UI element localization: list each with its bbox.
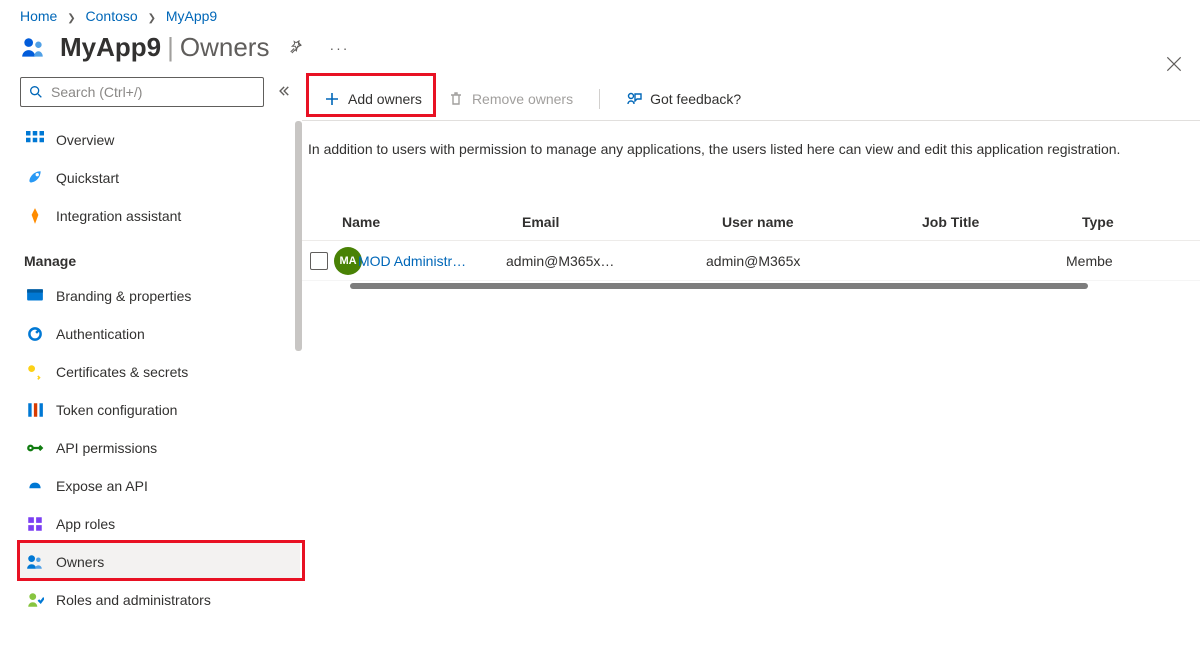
breadcrumb-app[interactable]: MyApp9 [166,8,217,24]
cell-user: admin@M365x [706,253,906,269]
sidebar-item-label: Roles and administrators [56,592,211,608]
sidebar-nav: Overview Quickstart Integration assistan… [20,121,302,619]
main-content: Add owners Remove owners Got feedback? I… [302,77,1200,621]
more-button[interactable]: ··· [327,36,351,60]
table-header-row: Name Email User name Job Title Type [302,203,1200,241]
chevron-right-icon: ❯ [61,13,81,24]
plus-icon [324,91,340,107]
table-row[interactable]: MA MOD Administr… admin@M365x… admin@M36… [302,241,1200,281]
api-permissions-icon [26,439,44,457]
sidebar-item-label: Expose an API [56,478,148,494]
breadcrumb-home[interactable]: Home [20,8,57,24]
description-text: In addition to users with permission to … [302,121,1200,159]
sidebar-search-input[interactable] [20,77,264,107]
roles-admins-icon [26,591,44,609]
owners-icon [26,553,44,571]
chevron-right-icon: ❯ [142,13,162,24]
app-roles-icon [26,515,44,533]
cell-email: admin@M365x… [506,253,706,269]
sidebar-item-authentication[interactable]: Authentication [20,315,300,353]
expose-api-icon [26,477,44,495]
page-header: MyApp9 | Owners ··· [0,24,1200,77]
sidebar-item-certificates[interactable]: Certificates & secrets [20,353,300,391]
sidebar-item-overview[interactable]: Overview [20,121,300,159]
authentication-icon [26,325,44,343]
breadcrumb: Home ❯ Contoso ❯ MyApp9 [0,0,1200,24]
toolbar: Add owners Remove owners Got feedback? [302,77,1200,121]
page-title: MyApp9 [60,32,161,63]
sidebar-group-manage: Manage [20,235,300,277]
breadcrumb-tenant[interactable]: Contoso [86,8,138,24]
remove-owners-button[interactable]: Remove owners [438,85,583,113]
feedback-icon [626,91,642,107]
page-section: Owners [180,32,270,63]
sidebar-item-owners[interactable]: Owners [20,543,300,581]
sidebar-item-integration-assistant[interactable]: Integration assistant [20,197,300,235]
sidebar: Overview Quickstart Integration assistan… [0,77,302,621]
toolbar-divider [599,89,600,109]
sidebar-item-token[interactable]: Token configuration [20,391,300,429]
row-checkbox[interactable] [310,252,328,270]
add-owners-button[interactable]: Add owners [314,85,432,113]
sidebar-item-branding[interactable]: Branding & properties [20,277,300,315]
branding-icon [26,287,44,305]
quickstart-icon [26,169,44,187]
owner-name-link[interactable]: MOD Administr… [358,253,466,269]
sidebar-item-label: Owners [56,554,104,570]
cell-type: Membe [1066,253,1113,269]
sidebar-item-label: Integration assistant [56,208,181,224]
key-icon [26,363,44,381]
col-header-email[interactable]: Email [522,214,722,230]
sidebar-item-label: App roles [56,516,115,532]
sidebar-item-label: Branding & properties [56,288,191,304]
trash-icon [448,91,464,107]
sidebar-item-roles-admins[interactable]: Roles and administrators [20,581,300,619]
sidebar-item-label: API permissions [56,440,157,456]
token-icon [26,401,44,419]
sidebar-item-label: Certificates & secrets [56,364,188,380]
rocket-icon [26,207,44,225]
scrollbar[interactable] [295,121,302,351]
sidebar-item-label: Overview [56,132,114,148]
collapse-sidebar-button[interactable] [272,80,294,105]
sidebar-item-quickstart[interactable]: Quickstart [20,159,300,197]
sidebar-item-api-permissions[interactable]: API permissions [20,429,300,467]
col-header-job[interactable]: Job Title [922,214,1082,230]
pin-button[interactable] [285,36,309,60]
got-feedback-button[interactable]: Got feedback? [616,85,751,113]
col-header-user[interactable]: User name [722,214,922,230]
sidebar-item-app-roles[interactable]: App roles [20,505,300,543]
col-header-name[interactable]: Name [342,214,522,230]
app-registration-icon [20,35,46,61]
sidebar-item-expose-api[interactable]: Expose an API [20,467,300,505]
close-button[interactable] [1164,54,1184,74]
col-header-type[interactable]: Type [1082,214,1114,230]
sidebar-item-label: Token configuration [56,402,177,418]
sidebar-item-label: Authentication [56,326,145,342]
owners-table: Name Email User name Job Title Type MA M… [302,203,1200,289]
overview-icon [26,131,44,149]
sidebar-item-label: Quickstart [56,170,119,186]
horizontal-scrollbar[interactable] [350,283,1088,289]
